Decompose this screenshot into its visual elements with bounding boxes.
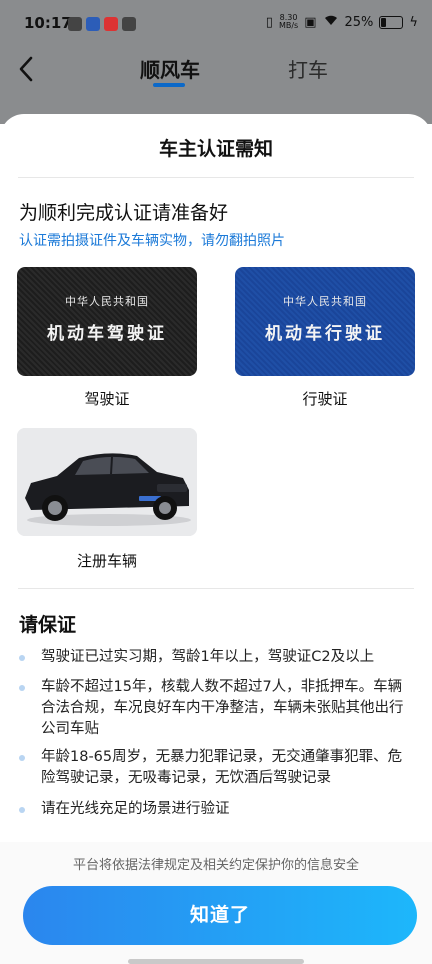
status-bar: 10:17 ▯ 8.30 MB/s ▣ 25% ϟ bbox=[0, 0, 432, 50]
prep-heading: 为顺利完成认证请准备好 bbox=[19, 202, 229, 224]
wifi-icon bbox=[323, 14, 339, 30]
section-divider bbox=[18, 588, 414, 589]
vehicle-license-title: 机动车行驶证 bbox=[265, 324, 385, 344]
privacy-note: 平台将依据法律规定及相关约定保护你的信息安全 bbox=[72, 858, 359, 873]
sheet-title: 车主认证需知 bbox=[158, 138, 273, 160]
battery-icon bbox=[379, 15, 404, 29]
driving-license-card: 中华人民共和国 机动车驾驶证 bbox=[17, 267, 197, 376]
vibrate-icon: ▯ bbox=[265, 14, 273, 30]
charging-icon: ϟ bbox=[409, 14, 418, 30]
tab-taxi[interactable]: 打车 bbox=[288, 54, 328, 83]
car-illustration bbox=[17, 428, 197, 536]
license-issuer: 中华人民共和国 bbox=[65, 295, 149, 308]
net-speed: 8.30 MB/s bbox=[278, 13, 299, 30]
car-photo bbox=[17, 428, 197, 536]
app-icon-3 bbox=[104, 17, 118, 31]
car-label: 注册车辆 bbox=[76, 552, 137, 570]
title-divider bbox=[18, 177, 414, 178]
status-right: ▯ 8.30 MB/s ▣ 25% ϟ bbox=[266, 14, 418, 30]
requirement-text: 车龄不超过15年，核载人数不超过7人，非抵押车。车辆合法合规，车况良好车内干净整… bbox=[41, 679, 404, 737]
got-it-button[interactable]: 知道了 bbox=[23, 886, 417, 945]
back-icon[interactable] bbox=[18, 56, 34, 89]
requirement-text: 请在光线充足的场景进行验证 bbox=[41, 801, 230, 817]
active-tab-indicator bbox=[153, 83, 185, 87]
license-title: 机动车驾驶证 bbox=[47, 324, 167, 344]
app-icon-2 bbox=[86, 17, 100, 31]
bullet-dot bbox=[19, 685, 25, 691]
app-icon-4 bbox=[122, 17, 136, 31]
bullet-dot bbox=[19, 755, 25, 761]
assure-heading: 请保证 bbox=[19, 614, 77, 636]
tab-hitch-ride[interactable]: 顺风车 bbox=[140, 54, 200, 83]
nfc-icon: ▣ bbox=[304, 14, 317, 30]
requirement-text: 驾驶证已过实习期，驾龄1年以上，驾驶证C2及以上 bbox=[41, 649, 375, 665]
requirement-text: 年龄18-65周岁，无暴力犯罪记录，无交通肇事犯罪、危险驾驶记录，无吸毒记录，无… bbox=[41, 749, 403, 786]
vehicle-license-card: 中华人民共和国 机动车行驶证 bbox=[235, 267, 415, 376]
top-nav: 顺风车 打车 bbox=[0, 50, 432, 94]
vehicle-license-label: 行驶证 bbox=[302, 390, 348, 408]
driving-license-label: 驾驶证 bbox=[84, 390, 130, 408]
bullet-dot bbox=[19, 807, 25, 813]
home-indicator[interactable] bbox=[128, 959, 304, 964]
prep-subtext: 认证需拍摄证件及车辆实物，请勿翻拍照片 bbox=[19, 233, 285, 249]
status-time: 10:17 bbox=[24, 14, 72, 32]
verification-notice-sheet: 车主认证需知 为顺利完成认证请准备好 认证需拍摄证件及车辆实物，请勿翻拍照片 中… bbox=[0, 114, 432, 964]
bullet-dot bbox=[19, 655, 25, 661]
vehicle-license-issuer: 中华人民共和国 bbox=[283, 295, 367, 308]
app-icon-1 bbox=[68, 17, 82, 31]
battery-percent: 25% bbox=[344, 14, 374, 30]
